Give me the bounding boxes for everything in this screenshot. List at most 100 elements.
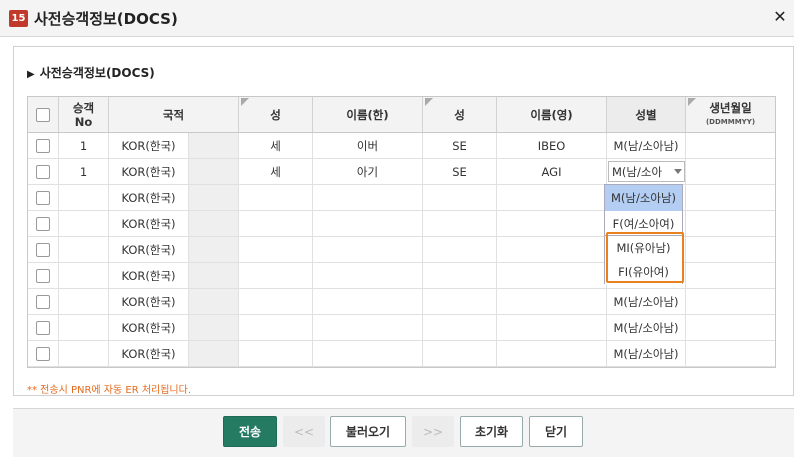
nationality-cell[interactable]: KOR(한국) — [109, 211, 189, 236]
given-kr-cell[interactable]: 이버 — [313, 133, 423, 158]
nationality-cell[interactable]: KOR(한국) — [109, 263, 189, 288]
nationality-extra-cell[interactable] — [189, 159, 239, 184]
birth-cell[interactable] — [686, 341, 775, 366]
gender-cell[interactable]: M(남/소아남) — [607, 133, 686, 158]
row-checkbox[interactable] — [36, 216, 50, 231]
given-en-cell[interactable] — [497, 263, 607, 288]
surname-en-cell[interactable] — [423, 289, 497, 314]
nationality-cell[interactable]: KOR(한국) — [109, 133, 189, 158]
pax-no-cell[interactable] — [59, 315, 109, 340]
pax-no-cell[interactable] — [59, 263, 109, 288]
given-kr-cell[interactable] — [313, 315, 423, 340]
nationality-cell[interactable]: KOR(한국) — [109, 315, 189, 340]
nationality-extra-cell[interactable] — [189, 315, 239, 340]
pax-no-cell[interactable] — [59, 237, 109, 262]
birth-cell[interactable] — [686, 237, 775, 262]
given-en-cell[interactable] — [497, 341, 607, 366]
surname-en-cell[interactable] — [423, 341, 497, 366]
gender-cell[interactable]: M(남/소아남) — [607, 341, 686, 366]
surname-en-cell[interactable] — [423, 263, 497, 288]
nationality-extra-cell[interactable] — [189, 289, 239, 314]
pax-no-cell[interactable] — [59, 211, 109, 236]
birth-cell[interactable] — [686, 263, 775, 288]
gender-cell[interactable]: M(남/소아남) — [607, 289, 686, 314]
send-button[interactable]: 전송 — [223, 416, 277, 447]
gender-option-fi[interactable]: FI(유아여) — [605, 260, 682, 284]
load-button[interactable]: 불러오기 — [330, 416, 406, 447]
nationality-cell[interactable]: KOR(한국) — [109, 341, 189, 366]
gender-option-f[interactable]: F(여/소아여) — [605, 211, 682, 237]
given-kr-cell[interactable] — [313, 341, 423, 366]
surname-kr-cell[interactable] — [239, 237, 313, 262]
pax-no-cell[interactable]: 1 — [59, 159, 109, 184]
nationality-extra-cell[interactable] — [189, 237, 239, 262]
close-button[interactable]: 닫기 — [529, 416, 583, 447]
surname-en-cell[interactable]: SE — [423, 133, 497, 158]
surname-en-cell[interactable] — [423, 237, 497, 262]
reset-button[interactable]: 초기화 — [460, 416, 523, 447]
row-checkbox[interactable] — [36, 294, 50, 309]
given-en-cell[interactable]: AGI — [497, 159, 607, 184]
surname-en-cell[interactable] — [423, 211, 497, 236]
chevron-down-icon[interactable] — [674, 169, 682, 174]
surname-en-cell[interactable] — [423, 185, 497, 210]
surname-kr-cell[interactable] — [239, 263, 313, 288]
given-kr-cell[interactable] — [313, 237, 423, 262]
gender-option-m[interactable]: M(남/소아남) — [605, 185, 682, 211]
gender-option-mi[interactable]: MI(유아남) — [605, 236, 682, 260]
surname-en-cell[interactable]: SE — [423, 159, 497, 184]
close-icon[interactable]: ✕ — [770, 7, 790, 27]
surname-kr-cell[interactable]: 세 — [239, 159, 313, 184]
given-kr-cell[interactable] — [313, 263, 423, 288]
nationality-cell[interactable]: KOR(한국) — [109, 185, 189, 210]
given-kr-cell[interactable]: 아기 — [313, 159, 423, 184]
nationality-cell[interactable]: KOR(한국) — [109, 159, 189, 184]
surname-kr-cell[interactable] — [239, 315, 313, 340]
nationality-extra-cell[interactable] — [189, 341, 239, 366]
pax-no-cell[interactable] — [59, 289, 109, 314]
birth-cell[interactable] — [686, 133, 775, 158]
birth-cell[interactable] — [686, 289, 775, 314]
pax-no-cell[interactable] — [59, 341, 109, 366]
given-en-cell[interactable] — [497, 315, 607, 340]
prev-button[interactable]: << — [283, 416, 325, 447]
gender-select[interactable]: M(남/소아 — [608, 161, 685, 182]
nationality-extra-cell[interactable] — [189, 211, 239, 236]
given-kr-cell[interactable] — [313, 289, 423, 314]
gender-cell[interactable]: M(남/소아 — [607, 159, 686, 184]
nationality-cell[interactable]: KOR(한국) — [109, 289, 189, 314]
given-en-cell[interactable] — [497, 185, 607, 210]
row-checkbox[interactable] — [36, 242, 50, 257]
surname-kr-cell[interactable] — [239, 289, 313, 314]
nationality-extra-cell[interactable] — [189, 133, 239, 158]
pax-no-cell[interactable]: 1 — [59, 133, 109, 158]
pax-no-cell[interactable] — [59, 185, 109, 210]
row-checkbox[interactable] — [36, 320, 50, 335]
birth-cell[interactable] — [686, 159, 775, 184]
surname-en-cell[interactable] — [423, 315, 497, 340]
surname-kr-cell[interactable] — [239, 211, 313, 236]
surname-kr-cell[interactable] — [239, 341, 313, 366]
row-checkbox[interactable] — [36, 268, 50, 283]
nationality-extra-cell[interactable] — [189, 263, 239, 288]
given-kr-cell[interactable] — [313, 211, 423, 236]
birth-cell[interactable] — [686, 315, 775, 340]
given-en-cell[interactable]: IBEO — [497, 133, 607, 158]
row-checkbox[interactable] — [36, 346, 50, 361]
nationality-cell[interactable]: KOR(한국) — [109, 237, 189, 262]
gender-cell[interactable]: M(남/소아남) — [607, 315, 686, 340]
surname-kr-cell[interactable]: 세 — [239, 133, 313, 158]
given-en-cell[interactable] — [497, 211, 607, 236]
row-checkbox[interactable] — [36, 164, 50, 179]
next-button[interactable]: >> — [412, 416, 454, 447]
given-en-cell[interactable] — [497, 289, 607, 314]
given-kr-cell[interactable] — [313, 185, 423, 210]
surname-kr-cell[interactable] — [239, 185, 313, 210]
given-en-cell[interactable] — [497, 237, 607, 262]
birth-cell[interactable] — [686, 185, 775, 210]
select-all-checkbox[interactable] — [36, 107, 50, 122]
row-checkbox[interactable] — [36, 190, 50, 205]
row-checkbox[interactable] — [36, 138, 50, 153]
nationality-extra-cell[interactable] — [189, 185, 239, 210]
birth-cell[interactable] — [686, 211, 775, 236]
